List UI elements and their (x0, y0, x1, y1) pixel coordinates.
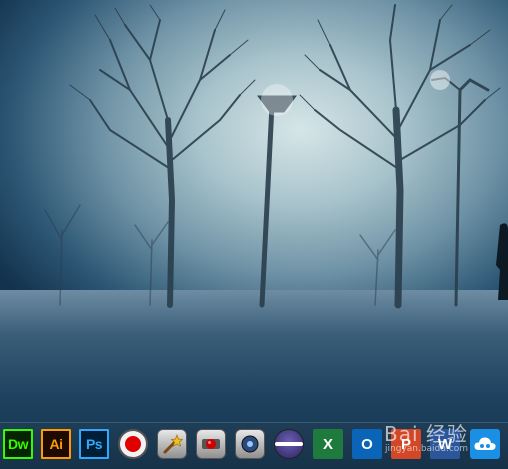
person-silhouette (496, 223, 508, 300)
record-dot-icon (125, 436, 141, 452)
lamp-post-left (257, 95, 297, 308)
screen-recorder-icon[interactable] (118, 429, 148, 459)
media-tool-icon[interactable] (235, 429, 265, 459)
magic-wand-tool-icon[interactable] (157, 429, 187, 459)
tree-right (299, 4, 501, 309)
baidu-watermark-url: jingyan.baidu.com (385, 444, 469, 454)
illustrator-icon[interactable]: Ai (41, 429, 71, 459)
cloud-sync-icon[interactable] (470, 429, 500, 459)
dreamweaver-icon[interactable]: Dw (3, 429, 33, 459)
cloud-icon (474, 437, 496, 450)
wallpaper-scene (44, 4, 508, 309)
film-reel-icon (241, 435, 259, 453)
red-orb-icon (202, 439, 220, 449)
magic-wand-icon (163, 434, 183, 454)
tree-left (69, 4, 256, 308)
eclipse-band-icon (275, 442, 303, 446)
eclipse-icon[interactable] (274, 429, 304, 459)
lamp-post-right (431, 76, 490, 307)
excel-icon[interactable]: X (313, 429, 343, 459)
outlook-icon[interactable]: O (352, 429, 382, 459)
baidu-watermark: Bai 经验 (384, 422, 468, 446)
photoshop-icon[interactable]: Ps (79, 429, 109, 459)
record-tool-icon[interactable] (196, 429, 226, 459)
